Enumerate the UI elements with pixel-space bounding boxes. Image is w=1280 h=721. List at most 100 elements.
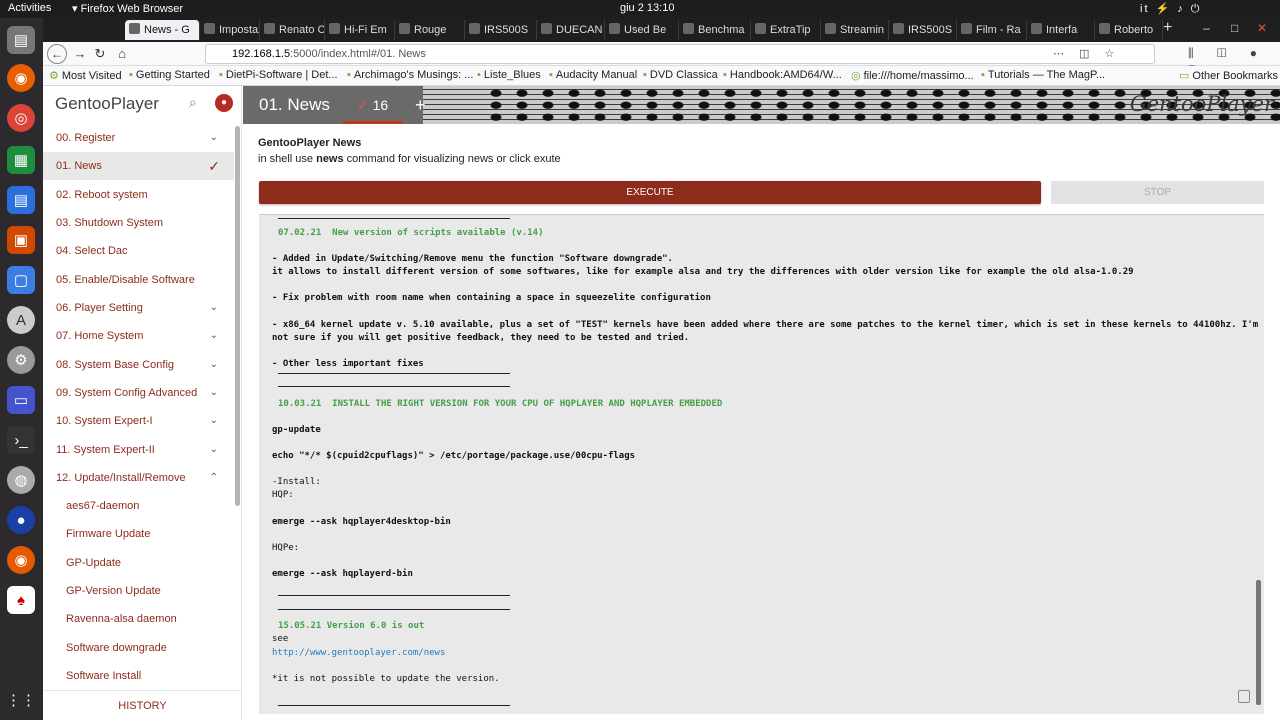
add-tab-button[interactable]: + <box>415 86 426 124</box>
sidebar-item-player-setting[interactable]: 06. Player Setting ⌄ <box>43 294 234 322</box>
page-actions-icon[interactable]: ⋯ ◫ ☆ <box>1053 47 1120 60</box>
sidebar-item-system-advanced[interactable]: 09. System Config Advanced ⌄ <box>43 379 234 407</box>
github-icon[interactable]: ● <box>215 94 233 112</box>
terminal-scrollbar[interactable] <box>1256 580 1261 705</box>
sidebar-item-enable-disable[interactable]: 05. Enable/Disable Software <box>43 266 234 294</box>
bookmark-item[interactable]: ◎ file:///home/massimo... <box>851 69 974 82</box>
tab-runs[interactable]: ✓ 16 <box>343 86 403 124</box>
files-icon[interactable]: ▤ <box>7 26 35 54</box>
browser-tab[interactable]: Rouge <box>395 20 465 40</box>
browser-tab[interactable]: Benchma <box>679 20 751 40</box>
browser-tab[interactable]: IRS500S <box>465 20 537 40</box>
copy-icon[interactable] <box>1238 690 1250 703</box>
disk-icon[interactable]: ◍ <box>7 466 35 494</box>
close-icon[interactable]: ✕ <box>1257 21 1267 35</box>
stop-button[interactable]: STOP <box>1051 181 1264 204</box>
sidebar-item-home-system[interactable]: 07. Home System ⌄ <box>43 322 234 350</box>
new-tab-button[interactable]: + <box>1163 19 1172 37</box>
sidebar-item-select-dac[interactable]: 04. Select Dac <box>43 237 234 265</box>
writer-icon[interactable]: ▤ <box>7 186 35 214</box>
tab-news[interactable]: 01. News <box>259 86 330 124</box>
browser-tab[interactable]: Used Be <box>605 20 679 40</box>
sidebar-item-label: 05. Enable/Disable Software <box>56 274 195 286</box>
browser-tab[interactable]: IRS500S <box>889 20 957 40</box>
sidebar-subitem-aes67[interactable]: aes67-daemon <box>43 492 234 520</box>
history-button[interactable]: HISTORY <box>43 690 242 720</box>
url-bar[interactable]: 192.168.1.5:5000/index.html#/01. News <box>205 44 1155 64</box>
browser-tab[interactable]: Impostaz <box>200 20 260 40</box>
audio-icon[interactable]: ◉ <box>7 546 35 574</box>
sidebar-item-register[interactable]: 00. Register ⌄ <box>43 124 234 152</box>
terminal-line: - Fix problem with room name when contai… <box>272 293 711 303</box>
terminal-line: -Install: <box>272 477 321 487</box>
bookmark-item[interactable]: ▪ Archimago's Musings: ... <box>347 69 473 81</box>
bookmark-item[interactable]: ▪ Handbook:AMD64/W... <box>723 69 842 81</box>
browser-tab[interactable]: Renato C <box>260 20 325 40</box>
reload-icon[interactable]: ↻ <box>91 46 109 62</box>
system-tray[interactable]: it ⚡ ♪ ⏻ <box>1140 2 1207 16</box>
bookmark-item[interactable]: ▪ Tutorials — The MagP... <box>981 69 1105 81</box>
minimize-icon[interactable]: – <box>1203 21 1210 35</box>
clock[interactable]: giu 2 13:10 <box>620 2 674 14</box>
browser-tab[interactable]: Film - Ra <box>957 20 1027 40</box>
browser-tab[interactable]: Roberto <box>1095 20 1163 40</box>
terminal-icon[interactable]: ›_ <box>7 426 35 454</box>
bookmark-item[interactable]: ▪ Liste_Blues <box>477 69 541 81</box>
software-center-icon[interactable]: ▢ <box>7 266 35 294</box>
firefox-icon[interactable]: ◉ <box>7 64 35 92</box>
home-icon[interactable]: ⌂ <box>113 46 131 61</box>
bookmark-item[interactable]: ▪ DVD Classica <box>643 69 718 81</box>
bookmark-item[interactable]: ▪ Getting Started <box>129 69 210 81</box>
media-icon[interactable]: ● <box>7 506 35 534</box>
activities-button[interactable]: Activities <box>8 2 51 14</box>
back-icon[interactable]: ← <box>47 44 67 64</box>
sidebar-subitem-ravenna[interactable]: Ravenna-alsa daemon <box>43 605 234 633</box>
browser-tab[interactable]: Interfa <box>1027 20 1095 40</box>
sidebar-item-label: 11. System Expert-II <box>56 444 155 456</box>
separator-line <box>278 609 510 610</box>
browser-tab[interactable]: News - G <box>125 20 200 40</box>
sidebar-subitem-gp-version[interactable]: GP-Version Update <box>43 577 234 605</box>
sidebar-item-system-base[interactable]: 08. System Base Config ⌄ <box>43 351 234 379</box>
sidebar-subitem-gp-update[interactable]: GP-Update <box>43 549 234 577</box>
execute-button[interactable]: EXECUTE <box>259 181 1041 204</box>
chrome-icon[interactable]: ◎ <box>7 104 35 132</box>
sidebar-item-update-install[interactable]: 12. Update/Install/Remove ⌃ <box>43 464 234 492</box>
other-bookmarks[interactable]: ▭ Other Bookmarks <box>1179 69 1278 82</box>
impress-icon[interactable]: ▣ <box>7 226 35 254</box>
sidebar-item-reboot[interactable]: 02. Reboot system <box>43 181 234 209</box>
sidebar-item-label: 01. News <box>56 160 102 172</box>
sidebar-item-expert-2[interactable]: 11. System Expert-II ⌄ <box>43 436 234 464</box>
sidebar-item-news[interactable]: 01. News ✓ <box>43 152 234 180</box>
sidebar-scrollbar[interactable] <box>235 126 240 506</box>
browser-tab[interactable]: ExtraTip <box>751 20 821 40</box>
maximize-icon[interactable]: □ <box>1231 21 1238 35</box>
browser-tab[interactable]: Streamin <box>821 20 889 40</box>
search-icon[interactable]: ⌕ <box>189 94 197 111</box>
app-menu[interactable]: ▾ Firefox Web Browser <box>72 2 183 15</box>
browser-tab[interactable]: DUECAN <box>537 20 605 40</box>
tab-favicon-icon <box>1099 23 1110 34</box>
bookmark-item[interactable]: ▪ Audacity Manual <box>549 69 637 81</box>
locale-indicator: it <box>1140 3 1150 15</box>
browser-tab[interactable]: Hi-Fi Em <box>325 20 395 40</box>
terminal-line: not sure if you will get positive feedba… <box>272 333 690 343</box>
sidebar-item-shutdown[interactable]: 03. Shutdown System <box>43 209 234 237</box>
app-store-icon[interactable]: A <box>7 306 35 334</box>
sidebar-item-expert-1[interactable]: 10. System Expert-I ⌄ <box>43 407 234 435</box>
bookmark-item[interactable]: ▪ DietPi-Software | Det... <box>219 69 338 81</box>
cards-icon[interactable]: ♠ <box>7 586 35 614</box>
spreadsheet-icon[interactable]: ▦ <box>7 146 35 174</box>
app-grid-icon[interactable]: ⋮⋮ <box>6 686 36 714</box>
news-link[interactable]: http://www.gentooplayer.com/news <box>272 648 445 658</box>
sidebar-subitem-downgrade[interactable]: Software downgrade <box>43 634 234 662</box>
terminal-line: echo "*/* $(cpuid2cpuflags)" > /etc/port… <box>272 451 636 461</box>
news-heading: 07.02.21 New version of scripts availabl… <box>278 228 544 238</box>
forward-icon[interactable]: → <box>71 46 89 61</box>
sidebar-subitem-firmware[interactable]: Firmware Update <box>43 520 234 548</box>
settings-icon[interactable]: ⚙ <box>7 346 35 374</box>
bookmark-item[interactable]: ⚙ Most Visited <box>49 69 122 82</box>
sidebar-subitem-install[interactable]: Software Install <box>43 662 234 690</box>
remote-desktop-icon[interactable]: ▭ <box>7 386 35 414</box>
terminal-output[interactable]: 07.02.21 New version of scripts availabl… <box>259 214 1264 714</box>
